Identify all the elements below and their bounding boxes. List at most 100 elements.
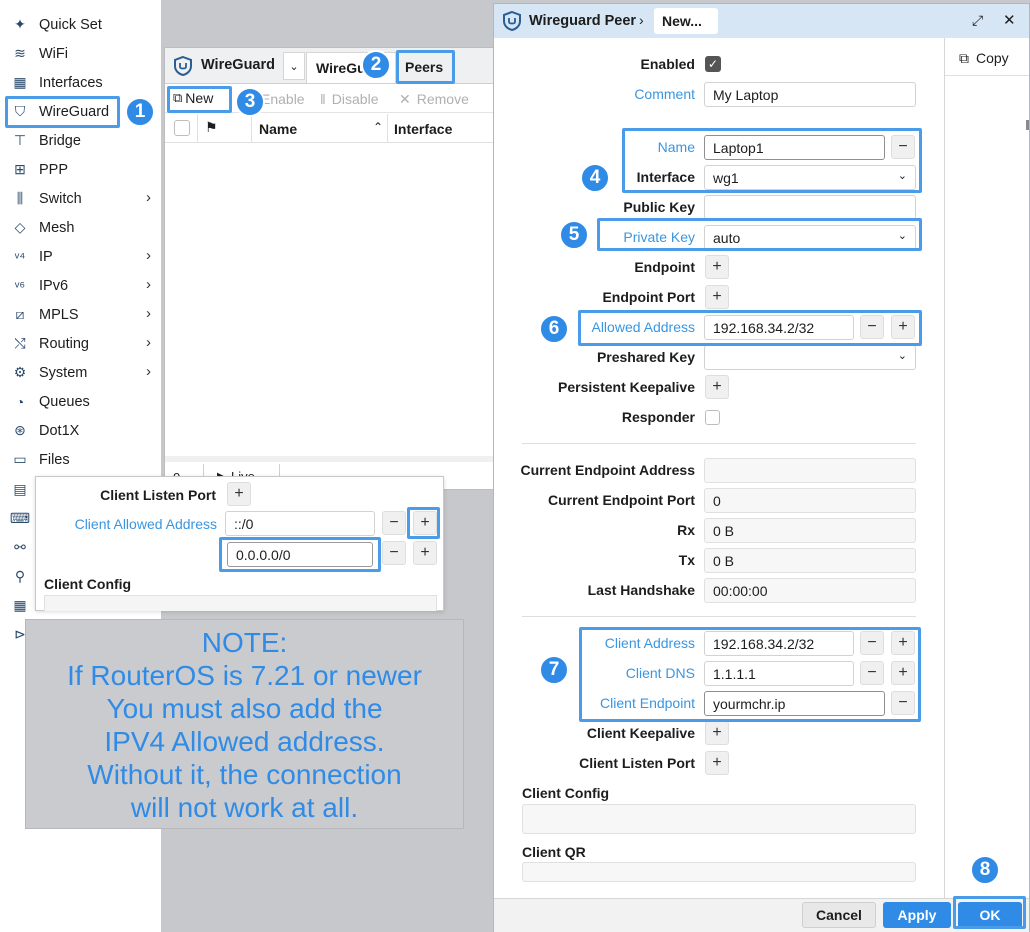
- add-listen-port-button[interactable]: +: [227, 482, 251, 506]
- expand-icon[interactable]: ⤢: [972, 12, 983, 29]
- queues-icon: ◔: [15, 393, 25, 410]
- terminal-icon[interactable]: ⌨: [8, 507, 32, 529]
- select-all-checkbox[interactable]: [174, 120, 190, 136]
- close-icon[interactable]: ✕: [1003, 11, 1016, 29]
- add-endpoint-button[interactable]: +: [705, 255, 729, 279]
- current-endpoint-port-field: 0: [704, 488, 916, 513]
- plus-icon: +: [898, 318, 908, 335]
- remove-allowed-address-button[interactable]: −: [860, 315, 884, 339]
- interface-select[interactable]: wg1 ⌄: [704, 165, 916, 190]
- remove-allowed-address-button-2[interactable]: −: [382, 541, 406, 565]
- peer-title: Wireguard Peer: [529, 13, 637, 29]
- tab-dropdown-button[interactable]: ⌄: [283, 52, 305, 80]
- add-keepalive-button[interactable]: +: [705, 375, 729, 399]
- client-dns-field[interactable]: 1.1.1.1: [704, 661, 854, 686]
- wireguard-window: WireGuard ⌄ WireGu Peers ⧉ New Enable ǁD…: [164, 47, 496, 490]
- persistent-keepalive-label: Persistent Keepalive: [558, 379, 695, 395]
- client-allowed-address-field-1[interactable]: ::/0: [225, 511, 375, 536]
- add-client-address-button[interactable]: +: [891, 631, 915, 655]
- column-interface[interactable]: Interface: [394, 121, 452, 137]
- scrollbar-thumb[interactable]: [1026, 120, 1029, 130]
- add-client-dns-button[interactable]: +: [891, 661, 915, 685]
- remove-client-dns-button[interactable]: −: [860, 661, 884, 685]
- disable-button[interactable]: ǁ Disable: [320, 91, 379, 107]
- add-allowed-address-button[interactable]: +: [891, 315, 915, 339]
- sidebar-item-label: IP: [39, 248, 53, 265]
- preshared-key-label: Preshared Key: [596, 349, 695, 365]
- sidebar-item-wifi[interactable]: ≋ WiFi: [0, 39, 161, 68]
- sidebar-item-switch[interactable]: ⫼ Switch ›: [0, 184, 161, 213]
- minus-icon: −: [898, 694, 908, 711]
- plug-icon[interactable]: ⚲: [8, 565, 32, 587]
- enable-button[interactable]: Enable: [261, 91, 305, 107]
- sidebar-item-bridge[interactable]: ⊤ Bridge: [0, 126, 161, 155]
- add-client-listen-port-button[interactable]: +: [705, 751, 729, 775]
- apply-button[interactable]: Apply: [883, 902, 951, 928]
- ok-button[interactable]: OK: [958, 902, 1022, 928]
- client-config-field[interactable]: [44, 595, 437, 611]
- preshared-key-select[interactable]: ⌄: [704, 345, 916, 370]
- tab-peers[interactable]: Peers: [398, 52, 453, 83]
- new-button-label: New: [185, 90, 214, 106]
- enabled-checkbox[interactable]: ✓: [705, 56, 721, 72]
- remove-allowed-address-button[interactable]: −: [382, 511, 406, 535]
- client-endpoint-field[interactable]: yourmchr.ip: [704, 691, 885, 716]
- remove-client-endpoint-button[interactable]: −: [891, 691, 915, 715]
- client-allowed-inset: Client Listen Port + Client Allowed Addr…: [35, 476, 444, 611]
- breadcrumb-new[interactable]: New...: [654, 8, 718, 34]
- sidebar-item-ipv6[interactable]: ᵛ⁶ IPv6 ›: [0, 271, 161, 300]
- sidebar-item-routing[interactable]: ⤭ Routing ›: [0, 329, 161, 358]
- sidebar-item-mpls[interactable]: ⧄ MPLS ›: [0, 300, 161, 329]
- name-field[interactable]: Laptop1: [704, 135, 885, 160]
- grid-icon[interactable]: ▦: [8, 594, 32, 616]
- private-key-select[interactable]: auto ⌄: [704, 225, 916, 250]
- client-address-field[interactable]: 192.168.34.2/32: [704, 631, 854, 656]
- section-divider: [522, 616, 916, 617]
- wireguard-shield-icon: [172, 55, 194, 77]
- sidebar-item-queues[interactable]: ◔ Queues: [0, 387, 161, 416]
- sidebar-item-system[interactable]: ⚙ System ›: [0, 358, 161, 387]
- sidebar-item-mesh[interactable]: ◇ Mesh: [0, 213, 161, 242]
- sidebar-item-ppp[interactable]: ⊞ PPP: [0, 155, 161, 184]
- minus-icon: −: [898, 138, 908, 155]
- sidebar-item-label: Bridge: [39, 132, 81, 149]
- sidebar-item-dot1x[interactable]: ⊛ Dot1X: [0, 416, 161, 445]
- add-allowed-address-button-2[interactable]: +: [413, 541, 437, 565]
- allowed-address-field[interactable]: 192.168.34.2/32: [704, 315, 854, 340]
- close-icon: ✕: [399, 91, 411, 107]
- client-allowed-address-field-2[interactable]: 0.0.0.0/0: [227, 542, 373, 567]
- comment-field[interactable]: My Laptop: [704, 82, 916, 107]
- responder-checkbox[interactable]: [705, 410, 720, 425]
- comment-label: Comment: [634, 86, 695, 102]
- add-allowed-address-button[interactable]: +: [413, 511, 437, 535]
- public-key-field[interactable]: [704, 195, 916, 220]
- plus-icon: +: [712, 754, 722, 771]
- add-client-keepalive-button[interactable]: +: [705, 721, 729, 745]
- cancel-button[interactable]: Cancel: [802, 902, 876, 928]
- remove-name-button[interactable]: −: [891, 135, 915, 159]
- interface-label: Interface: [636, 169, 695, 185]
- sidebar-item-quick-set[interactable]: ✦ Quick Set: [0, 10, 161, 39]
- plus-icon: +: [898, 664, 908, 681]
- note-line: You must also add the: [106, 693, 383, 724]
- switch-icon: ⫼: [16, 190, 24, 206]
- add-endpoint-port-button[interactable]: +: [705, 285, 729, 309]
- bridge-icon: ⊤: [13, 132, 27, 148]
- chevron-down-icon: ⌄: [897, 170, 907, 182]
- current-endpoint-port-label: Current Endpoint Port: [548, 492, 695, 508]
- check-icon: ✓: [707, 57, 719, 71]
- copy-button[interactable]: ⧉ Copy: [959, 50, 1009, 67]
- tools-icon[interactable]: ⚯: [8, 536, 32, 558]
- remove-button[interactable]: ✕ Remove: [399, 91, 469, 108]
- new-button[interactable]: ⧉ New: [173, 90, 213, 106]
- notes-icon[interactable]: ▤: [8, 478, 32, 500]
- remove-client-address-button[interactable]: −: [860, 631, 884, 655]
- sidebar-item-files[interactable]: ▭ Files: [0, 445, 161, 474]
- column-name[interactable]: Name: [259, 121, 297, 137]
- sidebar-item-ip[interactable]: ᵛ⁴ IP ›: [0, 242, 161, 271]
- sidebar-item-interfaces[interactable]: ▦ Interfaces: [0, 68, 161, 97]
- files-icon: ▭: [13, 451, 27, 467]
- mesh-icon: ◇: [14, 219, 26, 235]
- last-handshake-label: Last Handshake: [587, 582, 695, 598]
- horizontal-scrollbar[interactable]: [165, 456, 495, 462]
